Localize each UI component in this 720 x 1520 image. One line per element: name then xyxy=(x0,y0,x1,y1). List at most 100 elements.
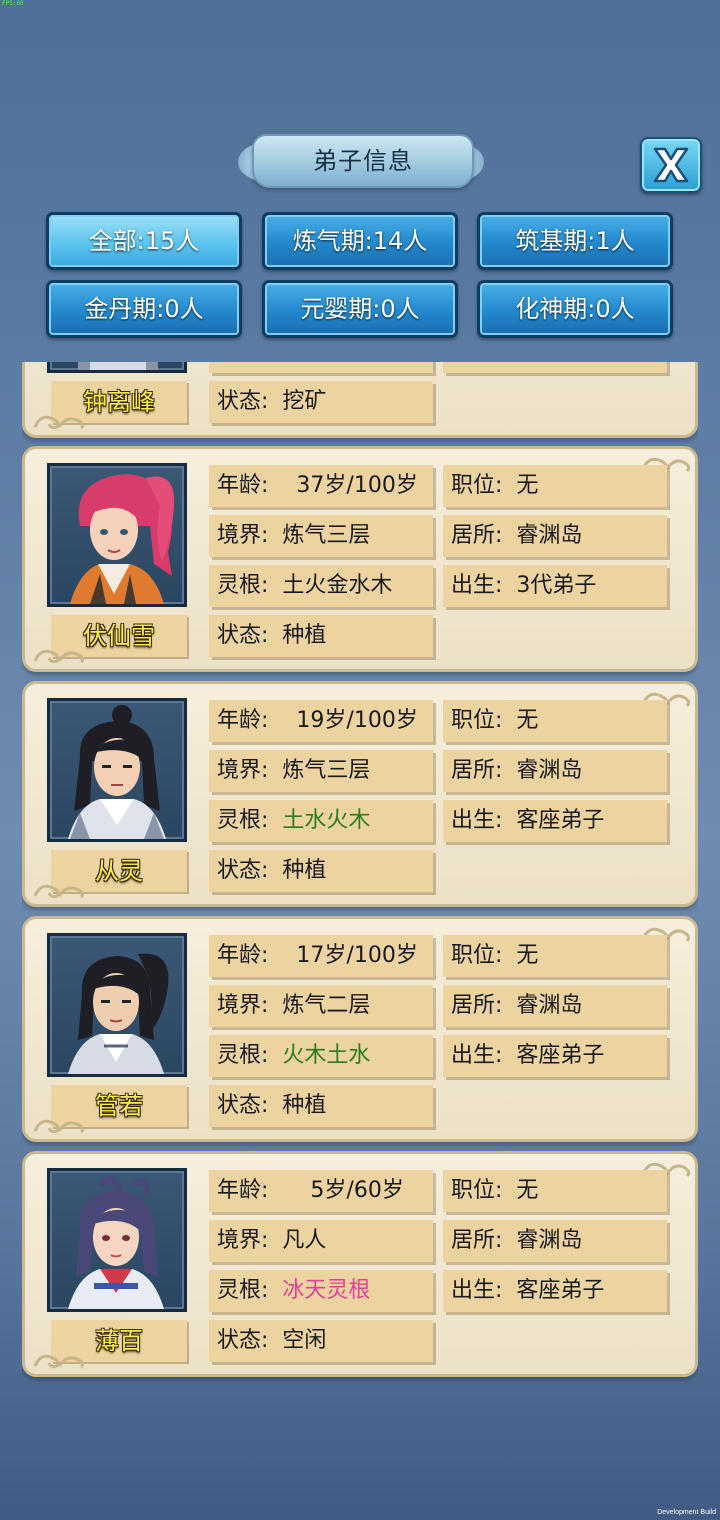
filter-qi-refining-button[interactable]: 炼气期:14人 xyxy=(262,212,458,270)
title-banner: 弟子信息 xyxy=(238,132,484,194)
filter-spirit-transform-button[interactable]: 化神期:0人 xyxy=(477,280,673,338)
female-purple-hair-portrait-icon xyxy=(68,1176,164,1309)
spirit-root-field: 灵根: 冰天灵根 xyxy=(209,1270,433,1312)
status-label: 状态: xyxy=(217,1328,269,1353)
realm-label: 境界: xyxy=(217,523,269,548)
residence-field: 居所: 睿渊岛 xyxy=(443,1220,667,1262)
position-label: 职位: xyxy=(451,943,503,968)
status-value: 空闲 xyxy=(282,1328,327,1353)
disciple-portrait xyxy=(47,933,187,1077)
disciple-portrait xyxy=(47,362,187,373)
disciple-card[interactable]: 年龄: 37岁/100岁 职位: 无 境界: 炼气三层 居所: 睿渊岛 灵根: 土火金水木… xyxy=(22,446,698,672)
disciple-portrait xyxy=(47,698,187,842)
birth-value: 客座弟子 xyxy=(516,1278,605,1303)
status-value: 种植 xyxy=(282,1093,327,1118)
position-value: 无 xyxy=(516,1178,539,1203)
disciple-list[interactable]: 钟离峰 状态: 挖矿 年龄: 37岁/100岁 职位: 无 境界: 炼气三层 居… xyxy=(22,362,698,1382)
position-field: 职位: 无 xyxy=(443,465,667,507)
position-label: 职位: xyxy=(451,1178,503,1203)
development-build-label: Development Build xyxy=(657,1509,716,1516)
status-field: 状态: 种植 xyxy=(209,615,433,657)
status-value: 种植 xyxy=(282,623,327,648)
filter-all-button[interactable]: 全部:15人 xyxy=(46,212,242,270)
spirit-root-field: 灵根: 土水火木 xyxy=(209,800,433,842)
position-label: 职位: xyxy=(451,708,503,733)
birth-label: 出生: xyxy=(451,573,503,598)
close-icon xyxy=(653,147,689,183)
disciple-card[interactable]: 年龄: 19岁/100岁 职位: 无 境界: 炼气三层 居所: 睿渊岛 灵根: 土水火木 … xyxy=(22,681,698,907)
age-value: 5岁/60岁 xyxy=(310,1178,404,1203)
position-value: 无 xyxy=(516,708,539,733)
spirit-root-label: 灵根: xyxy=(217,573,269,598)
status-field: 状态: 挖矿 xyxy=(209,381,433,423)
filter-foundation-button[interactable]: 筑基期:1人 xyxy=(477,212,673,270)
cloud-swirl-icon xyxy=(33,649,85,664)
status-value: 挖矿 xyxy=(282,389,327,414)
fps-debug-text: FPS:60 xyxy=(2,0,24,7)
birth-value: 客座弟子 xyxy=(516,1043,605,1068)
cloud-swirl-icon xyxy=(33,1354,85,1369)
position-field: 职位: 无 xyxy=(443,700,667,742)
close-button[interactable] xyxy=(640,137,702,193)
spirit-root-value: 冰天灵根 xyxy=(282,1278,371,1303)
birth-field: 出生: 客座弟子 xyxy=(443,1035,667,1077)
realm-label: 境界: xyxy=(217,758,269,783)
age-field: 年龄: 17岁/100岁 xyxy=(209,935,433,977)
cloud-swirl-icon xyxy=(33,884,85,899)
status-value: 种植 xyxy=(282,858,327,883)
position-label: 职位: xyxy=(451,473,503,498)
female-red-hair-portrait-icon xyxy=(70,474,175,604)
age-field: 年龄: 19岁/100岁 xyxy=(209,700,433,742)
age-label: 年龄: xyxy=(217,708,269,733)
position-field: 职位: 无 xyxy=(443,935,667,977)
residence-value: 睿渊岛 xyxy=(516,1228,583,1253)
filter-golden-core-button[interactable]: 金丹期:0人 xyxy=(46,280,242,338)
disciple-card[interactable]: 年龄: 5岁/60岁 职位: 无 境界: 凡人 居所: 睿渊岛 灵根: 冰天灵根 出生: 客… xyxy=(22,1151,698,1377)
realm-field: 境界: 炼气二层 xyxy=(209,985,433,1027)
residence-label: 居所: xyxy=(451,758,503,783)
status-label: 状态: xyxy=(217,389,269,414)
age-value: 37岁/100岁 xyxy=(296,473,418,498)
filter-nascent-soul-button[interactable]: 元婴期:0人 xyxy=(262,280,458,338)
cloud-swirl-icon xyxy=(33,415,85,430)
male-portrait-icon xyxy=(78,362,158,370)
residence-label: 居所: xyxy=(451,523,503,548)
age-field: 年龄: 5岁/60岁 xyxy=(209,1170,433,1212)
age-value: 19岁/100岁 xyxy=(296,708,418,733)
position-field: 职位: 无 xyxy=(443,1170,667,1212)
residence-field: 居所: 睿渊岛 xyxy=(443,515,667,557)
cloud-swirl-icon xyxy=(33,1119,85,1134)
residence-value: 睿渊岛 xyxy=(516,993,583,1018)
birth-field: 出生: 3代弟子 xyxy=(443,565,667,607)
spirit-root-field: 灵根: 土火金水木 xyxy=(209,565,433,607)
status-field: 状态: 种植 xyxy=(209,1085,433,1127)
page-title: 弟子信息 xyxy=(252,134,474,188)
birth-value: 3代弟子 xyxy=(516,573,597,598)
status-label: 状态: xyxy=(217,858,269,883)
residence-label: 居所: xyxy=(451,1228,503,1253)
status-label: 状态: xyxy=(217,623,269,648)
disciple-card[interactable]: 钟离峰 状态: 挖矿 xyxy=(22,362,698,438)
realm-label: 境界: xyxy=(217,993,269,1018)
male-ponytail-portrait-icon xyxy=(68,953,169,1074)
status-field: 状态: 空闲 xyxy=(209,1320,433,1362)
residence-field: 居所: 睿渊岛 xyxy=(443,750,667,792)
spirit-root-label: 灵根: xyxy=(217,1043,269,1068)
realm-value: 炼气二层 xyxy=(282,993,371,1018)
age-label: 年龄: xyxy=(217,943,269,968)
residence-field: 居所: 睿渊岛 xyxy=(443,985,667,1027)
realm-field: 境界: 凡人 xyxy=(209,1220,433,1262)
spirit-root-value: 土火金水木 xyxy=(282,573,393,598)
birth-field: 出生: 客座弟子 xyxy=(443,1270,667,1312)
residence-label: 居所: xyxy=(451,993,503,1018)
age-label: 年龄: xyxy=(217,473,269,498)
birth-label: 出生: xyxy=(451,1278,503,1303)
male-topknot-portrait-icon xyxy=(68,705,166,839)
disciple-portrait xyxy=(47,463,187,607)
birth-label: 出生: xyxy=(451,1043,503,1068)
age-value: 17岁/100岁 xyxy=(296,943,418,968)
spirit-root-label: 灵根: xyxy=(217,808,269,833)
disciple-card[interactable]: 年龄: 17岁/100岁 职位: 无 境界: 炼气二层 居所: 睿渊岛 灵根: 火木土水 … xyxy=(22,916,698,1142)
realm-field: 境界: 炼气三层 xyxy=(209,515,433,557)
age-label: 年龄: xyxy=(217,1178,269,1203)
